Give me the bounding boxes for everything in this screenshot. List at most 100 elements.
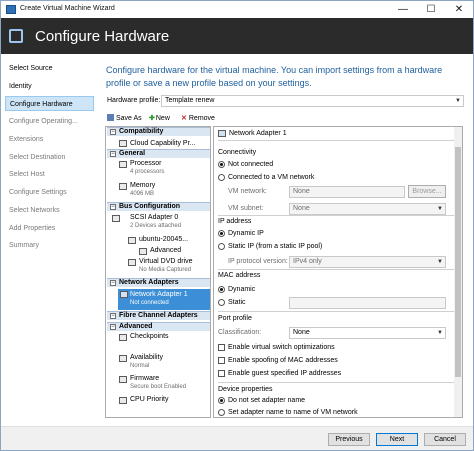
- memory-icon: [119, 183, 127, 190]
- tree-category-label: General: [119, 150, 146, 157]
- mac-static-label: Static: [228, 299, 246, 306]
- tree-item-availability[interactable]: Availability: [130, 354, 163, 362]
- settings-scrollbar[interactable]: [454, 127, 462, 417]
- network-adapter-icon: [218, 130, 226, 137]
- connectivity-heading: Connectivity: [218, 149, 257, 156]
- scrollbar-thumb[interactable]: [455, 147, 461, 377]
- vm-network-value: None: [293, 188, 310, 195]
- browse-button[interactable]: Browse...: [408, 185, 446, 198]
- checkpoints-icon: [119, 334, 127, 341]
- tree-category-network-adapters[interactable]: − Network Adapters: [107, 278, 210, 287]
- not-connected-radio[interactable]: [218, 161, 225, 168]
- settings-panel: Network Adapter 1 Connectivity Not conne…: [213, 126, 463, 418]
- nav-item-summary: Summary: [9, 242, 39, 249]
- chevron-down-icon: ▼: [437, 259, 443, 265]
- settings-header: Network Adapter 1: [229, 130, 287, 137]
- collapse-icon: −: [110, 324, 116, 330]
- tree-item-disk-advanced[interactable]: Advanced: [150, 247, 181, 255]
- save-as-button[interactable]: Save As: [107, 113, 142, 124]
- tree-item-checkpoints[interactable]: Checkpoints: [130, 333, 169, 341]
- set-adapter-name-radio[interactable]: [218, 409, 225, 416]
- tree-category-general[interactable]: − General: [107, 149, 210, 158]
- vswitch-optimizations-label: Enable virtual switch optimizations: [228, 344, 335, 351]
- tree-item-disk[interactable]: ubuntu-20045...: [139, 236, 188, 244]
- guest-ip-checkbox[interactable]: [218, 370, 225, 377]
- nav-item-extensions: Extensions: [9, 136, 44, 143]
- collapse-icon: −: [110, 204, 116, 210]
- mac-address-heading: MAC address: [218, 272, 261, 279]
- nav-item-select-source[interactable]: Select Source: [5, 61, 94, 76]
- hardware-icon: [9, 29, 23, 43]
- tree-item-processor[interactable]: Processor: [130, 160, 162, 168]
- wizard-window: Create Virtual Machine Wizard — ☐ ✕ Conf…: [0, 0, 474, 451]
- mac-dynamic-radio[interactable]: [218, 286, 225, 293]
- mac-static-radio[interactable]: [218, 299, 225, 306]
- mac-dynamic-label: Dynamic: [228, 286, 256, 293]
- device-properties-heading: Device properties: [218, 386, 273, 393]
- mac-spoofing-checkbox[interactable]: [218, 357, 225, 364]
- maximize-button[interactable]: ☐: [417, 1, 445, 18]
- port-profile-heading: Port profile: [218, 315, 252, 322]
- tree-item-cloud-capability[interactable]: Cloud Capability Pr...: [130, 140, 195, 148]
- vm-subnet-value: None: [293, 205, 310, 212]
- new-label: New: [155, 115, 170, 122]
- tree-item-processor-detail: 4 processors: [130, 169, 165, 175]
- remove-button[interactable]: ✕ Remove: [181, 113, 215, 124]
- disk-icon: [128, 237, 136, 244]
- new-button[interactable]: ✚New: [149, 113, 170, 124]
- static-ip-radio[interactable]: [218, 243, 225, 250]
- previous-button[interactable]: Previous: [328, 433, 370, 446]
- ip-protocol-label: IP protocol version:: [228, 258, 288, 265]
- tree-item-dvd-drive[interactable]: Virtual DVD drive: [139, 258, 193, 266]
- nav-item-select-networks: Select Networks: [9, 207, 60, 214]
- vm-subnet-select[interactable]: None ▼: [289, 203, 446, 215]
- close-button[interactable]: ✕: [445, 1, 473, 18]
- hardware-tree[interactable]: − Compatibility Cloud Capability Pr... − G…: [105, 126, 211, 418]
- divider: [218, 311, 454, 312]
- cancel-button[interactable]: Cancel: [424, 433, 466, 446]
- wizard-nav: Select Source Identity Configure Hardwar…: [1, 54, 96, 426]
- next-button[interactable]: Next: [376, 433, 418, 446]
- divider: [218, 382, 454, 383]
- collapse-icon: −: [110, 129, 116, 135]
- ip-protocol-select[interactable]: IPv4 only ▼: [289, 256, 446, 268]
- hardware-profile-value: Template renew: [165, 97, 215, 104]
- tree-item-scsi-detail: 2 Devices attached: [130, 223, 182, 229]
- tree-category-label: Fibre Channel Adapters: [119, 312, 198, 319]
- dynamic-ip-label: Dynamic IP: [228, 230, 264, 237]
- dvd-icon: [128, 259, 136, 266]
- tree-category-label: Compatibility: [119, 128, 164, 135]
- tree-item-firmware-detail: Secure boot Enabled: [130, 384, 187, 390]
- tree-category-compatibility[interactable]: − Compatibility: [107, 127, 210, 136]
- tree-item-network-adapter-detail: Not connected: [130, 300, 169, 306]
- availability-icon: [119, 355, 127, 362]
- tree-item-scsi-adapter[interactable]: SCSI Adapter 0: [130, 214, 178, 222]
- tree-item-firmware[interactable]: Firmware: [130, 375, 159, 383]
- nav-item-configure-hardware[interactable]: Configure Hardware: [5, 96, 94, 111]
- nav-item-identity[interactable]: Identity: [5, 79, 94, 94]
- tree-category-bus-configuration[interactable]: − Bus Configuration: [107, 202, 210, 211]
- tree-item-cpu-priority[interactable]: CPU Priority: [130, 396, 169, 404]
- tree-category-label: Bus Configuration: [119, 203, 181, 210]
- nav-item-configure-operating: Configure Operating...: [9, 118, 78, 125]
- collapse-icon: −: [110, 280, 116, 286]
- classification-select[interactable]: None ▼: [289, 327, 446, 339]
- tree-item-memory[interactable]: Memory: [130, 182, 155, 190]
- tree-item-network-adapter[interactable]: Network Adapter 1: [130, 291, 188, 299]
- nav-item-select-host: Select Host: [9, 171, 45, 178]
- no-adapter-name-label: Do not set adapter name: [228, 397, 306, 404]
- vm-network-field[interactable]: None: [289, 186, 405, 198]
- tree-category-fibre-channel[interactable]: − Fibre Channel Adapters: [107, 311, 210, 320]
- connected-vm-network-label: Connected to a VM network: [228, 174, 315, 181]
- hardware-profile-select[interactable]: Template renew ▼: [161, 95, 464, 107]
- tree-category-label: Advanced: [119, 323, 153, 330]
- connected-vm-network-radio[interactable]: [218, 174, 225, 181]
- dynamic-ip-radio[interactable]: [218, 230, 225, 237]
- mac-static-field[interactable]: [289, 297, 446, 309]
- minimize-button[interactable]: —: [389, 1, 417, 18]
- tree-category-advanced[interactable]: − Advanced: [107, 322, 210, 331]
- vswitch-optimizations-checkbox[interactable]: [218, 344, 225, 351]
- firmware-icon: [119, 376, 127, 383]
- app-icon: [6, 5, 16, 14]
- no-adapter-name-radio[interactable]: [218, 397, 225, 404]
